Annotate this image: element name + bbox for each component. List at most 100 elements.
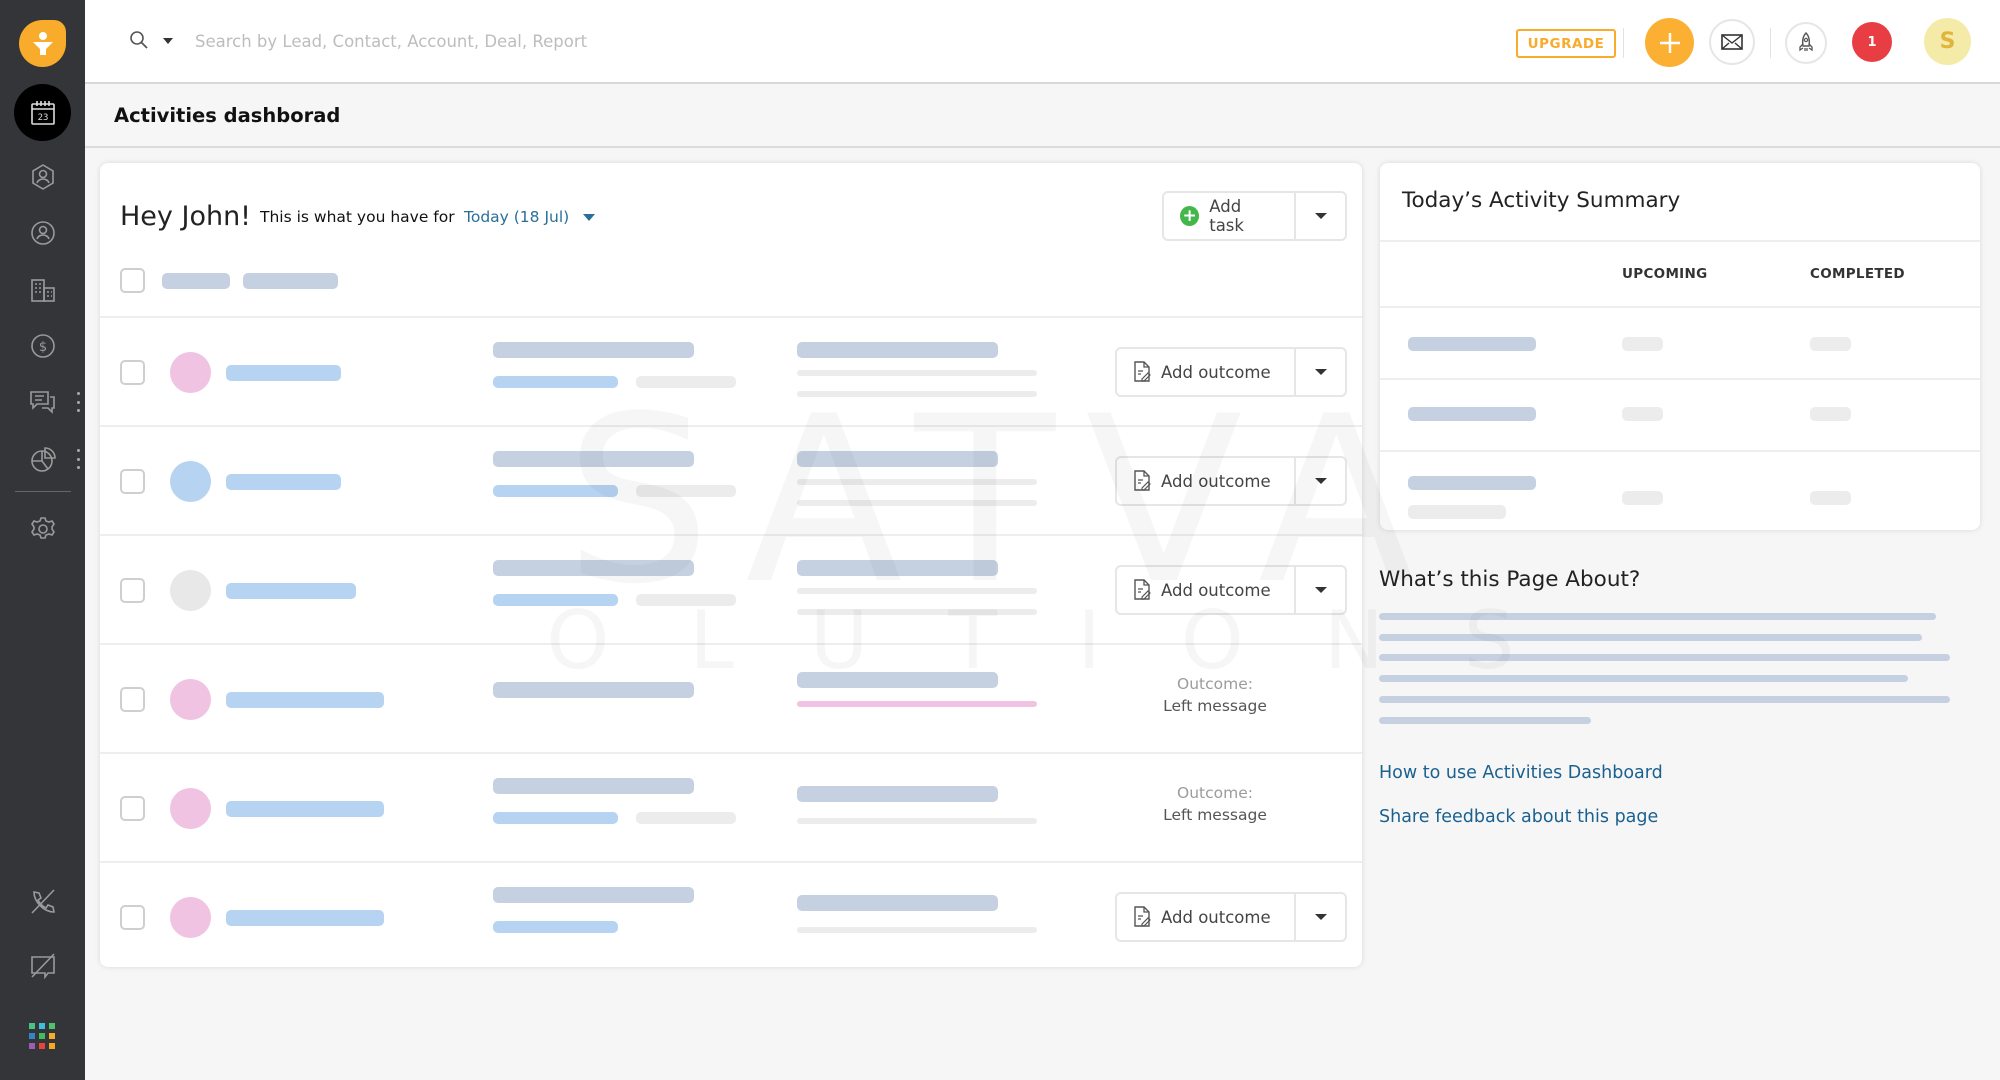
skeleton-tag [493,594,618,606]
skeleton-meta [636,376,736,388]
summary-row [1380,452,1980,530]
skeleton-text-line [1379,634,1922,641]
row-checkbox[interactable] [120,578,145,603]
plus-icon [1659,32,1680,53]
sidebar-item-contacts[interactable] [0,213,85,253]
skeleton-title [493,560,694,576]
activities-card: Hey John! This is what you have for Toda… [100,163,1362,967]
add-task-button[interactable]: + Add task [1164,193,1297,239]
add-outcome-dropdown[interactable] [1296,567,1345,613]
activity-row: Add outcome [100,425,1362,534]
notifications-badge[interactable]: 1 [1852,22,1892,62]
skeleton-line [797,500,1037,506]
avatar[interactable] [170,788,211,829]
skeleton-title [493,451,694,467]
sidebar-item-phone[interactable] [0,882,85,922]
sidebar-item-accounts[interactable] [0,270,85,310]
add-outcome-label: Add outcome [1161,580,1271,600]
add-outcome-dropdown[interactable] [1296,349,1345,395]
avatar[interactable] [170,461,211,502]
whats-new-button[interactable] [1785,22,1827,64]
skeleton-name[interactable] [226,910,384,926]
skeleton-text-line [1379,613,1936,620]
skeleton-name[interactable] [226,365,341,381]
pie-chart-icon [30,447,56,472]
row-checkbox[interactable] [120,687,145,712]
sidebar-item-activities[interactable]: 23 [14,84,71,141]
add-outcome-button[interactable]: Add outcome [1117,894,1297,940]
skeleton-name[interactable] [226,692,384,708]
sidebar-item-conversations[interactable] [0,382,85,422]
select-all-checkbox[interactable] [120,268,145,293]
add-outcome-split-button: Add outcome [1115,347,1347,397]
summary-table-header: UPCOMING COMPLETED [1380,240,1980,308]
email-button[interactable] [1709,19,1755,65]
global-search-input[interactable] [195,24,795,58]
add-outcome-button[interactable]: Add outcome [1117,349,1297,395]
quick-add-button[interactable] [1645,18,1694,67]
skeleton-name[interactable] [226,583,356,599]
sidebar-item-deals[interactable]: $ [0,326,85,366]
sidebar-item-reports[interactable] [0,439,85,479]
conversations-more-icon[interactable] [76,392,80,412]
greeting: Hey John! [120,201,252,232]
skeleton-title [493,778,694,794]
skeleton-label [1408,407,1536,421]
calendar-icon: 23 [30,100,55,125]
avatar[interactable] [170,352,211,393]
apps-grid-dot [39,1033,45,1039]
date-filter-dropdown[interactable]: Today (18 Jul) [464,208,596,226]
skeleton-subject [797,672,998,688]
skeleton-name[interactable] [226,474,341,490]
skeleton-tag [493,485,618,497]
sidebar-item-chat[interactable] [0,946,85,986]
avatar[interactable] [170,570,211,611]
skeleton-meta [636,594,736,606]
row-checkbox[interactable] [120,796,145,821]
chevron-down-icon [1314,587,1327,593]
activity-summary-card: Today’s Activity Summary UPCOMING COMPLE… [1380,163,1980,530]
share-feedback-link[interactable]: Share feedback about this page [1379,807,1658,827]
add-outcome-dropdown[interactable] [1296,458,1345,504]
reports-more-icon[interactable] [76,449,80,469]
skeleton-line [797,588,1037,594]
page-title: Activities dashborad [114,104,341,127]
activity-row: Outcome: Left message [100,752,1362,861]
skeleton-text-line [1379,696,1950,703]
skeleton-subject [797,451,998,467]
avatar[interactable] [170,679,211,720]
row-checkbox[interactable] [120,469,145,494]
apps-grid-dot [39,1043,45,1049]
document-edit-icon [1134,361,1151,382]
skeleton-text-line [1379,654,1950,661]
add-outcome-button[interactable]: Add outcome [1117,458,1297,504]
skeleton-line [797,927,1037,933]
skeleton-title [493,887,694,903]
outcome-status: Outcome: Left message [1100,675,1330,715]
avatar[interactable] [170,897,211,938]
add-outcome-button[interactable]: Add outcome [1117,567,1297,613]
chevron-down-icon [583,213,596,221]
row-checkbox[interactable] [120,360,145,385]
sidebar-item-settings[interactable] [0,509,85,549]
search-icon[interactable] [129,30,149,50]
row-checkbox[interactable] [120,905,145,930]
outcome-value: Left message [1163,806,1267,824]
skeleton-name[interactable] [226,801,384,817]
skeleton-line [797,479,1037,485]
how-to-use-link[interactable]: How to use Activities Dashboard [1379,763,1663,783]
add-task-dropdown[interactable] [1296,193,1345,239]
skeleton-label [1408,337,1536,351]
skeleton-title [493,682,694,698]
sidebar: 23 $ [0,0,85,1080]
sidebar-item-leads[interactable] [0,157,85,197]
add-outcome-split-button: Add outcome [1115,892,1347,942]
user-avatar[interactable]: S [1924,18,1971,65]
search-scope-dropdown[interactable] [163,38,173,44]
app-logo[interactable] [19,20,66,67]
upgrade-button[interactable]: UPGRADE [1516,29,1616,58]
add-outcome-dropdown[interactable] [1296,894,1345,940]
apps-grid-dot [29,1033,35,1039]
apps-grid-icon[interactable] [29,1023,55,1049]
column-upcoming: UPCOMING [1622,266,1708,282]
